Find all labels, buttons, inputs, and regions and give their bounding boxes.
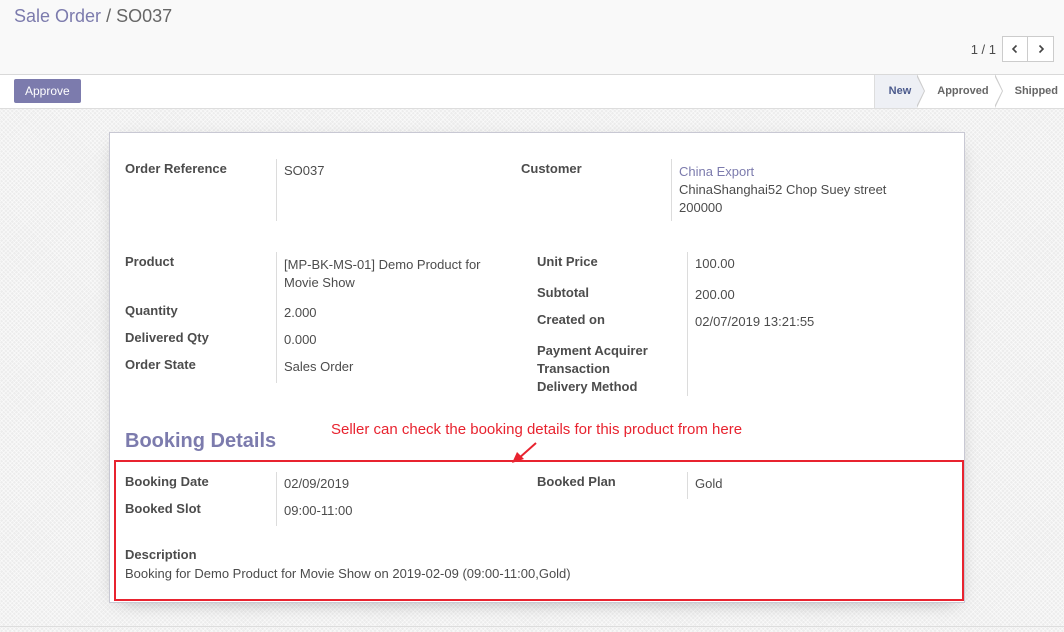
product-value: [MP-BK-MS-01] Demo Product for Movie Sho… bbox=[284, 256, 481, 292]
quantity-value: 2.000 bbox=[284, 305, 317, 320]
customer-address-line1: ChinaShanghai52 Chop Suey street bbox=[679, 182, 887, 197]
unit-price-label: Unit Price bbox=[537, 254, 598, 269]
delivered-qty-label: Delivered Qty bbox=[125, 330, 209, 345]
pager-next-button[interactable] bbox=[1028, 36, 1054, 62]
created-on-value: 02/07/2019 13:21:55 bbox=[695, 314, 815, 329]
subtotal-value: 200.00 bbox=[695, 287, 735, 302]
delivery-method-label: Delivery Method bbox=[537, 379, 638, 394]
booking-details-heading: Booking Details bbox=[125, 430, 277, 452]
stage-approved[interactable]: Approved bbox=[917, 74, 1003, 108]
chevron-left-icon bbox=[1011, 44, 1018, 54]
quantity-label: Quantity bbox=[125, 303, 178, 318]
pager-value[interactable]: 1 / 1 bbox=[971, 42, 996, 57]
customer-address-line2: 200000 bbox=[679, 200, 723, 215]
subtotal-label: Subtotal bbox=[537, 285, 589, 300]
product-value-line2: Movie Show bbox=[284, 275, 355, 290]
field-divider bbox=[687, 252, 688, 396]
order-state-label: Order State bbox=[125, 357, 196, 372]
stage-label: Shipped bbox=[1014, 85, 1058, 97]
pager-previous-button[interactable] bbox=[1002, 36, 1028, 62]
unit-price-value: 100.00 bbox=[695, 256, 735, 271]
status-stages: New Approved Shipped bbox=[873, 74, 1064, 108]
breadcrumb-current: SO037 bbox=[116, 6, 173, 26]
breadcrumb-separator: / bbox=[106, 6, 112, 26]
product-value-line1: [MP-BK-MS-01] Demo Product for bbox=[284, 257, 481, 272]
breadcrumb: Sale Order / SO037 bbox=[14, 6, 172, 27]
field-divider bbox=[276, 252, 277, 383]
transaction-label: Transaction bbox=[537, 361, 610, 376]
stage-shipped[interactable]: Shipped bbox=[994, 75, 1064, 108]
customer-label: Customer bbox=[521, 161, 582, 176]
delivered-qty-value: 0.000 bbox=[284, 332, 317, 347]
stage-label: Approved bbox=[937, 85, 989, 97]
stage-new[interactable]: New bbox=[873, 74, 926, 108]
order-reference-value: SO037 bbox=[284, 163, 325, 178]
stage-arrow-divider bbox=[916, 74, 926, 108]
order-state-value: Sales Order bbox=[284, 359, 354, 374]
customer-link[interactable]: China Export bbox=[679, 163, 886, 181]
stage-arrow-divider bbox=[993, 74, 1003, 108]
footer-divider bbox=[0, 626, 1064, 627]
control-panel: Sale Order / SO037 1 / 1 bbox=[0, 0, 1064, 75]
field-divider bbox=[276, 159, 277, 221]
created-on-label: Created on bbox=[537, 312, 605, 327]
order-reference-label: Order Reference bbox=[125, 161, 227, 176]
pager: 1 / 1 bbox=[971, 36, 1054, 62]
payment-acquirer-label: Payment Acquirer bbox=[537, 343, 648, 358]
stage-label: New bbox=[888, 85, 912, 97]
field-divider bbox=[671, 159, 672, 221]
approve-button[interactable]: Approve bbox=[14, 79, 81, 103]
breadcrumb-sale-order-link[interactable]: Sale Order bbox=[14, 6, 101, 26]
annotation-text: Seller can check the booking details for… bbox=[331, 421, 743, 438]
chevron-right-icon bbox=[1038, 44, 1044, 54]
customer-field: China Export ChinaShanghai52 Chop Suey s… bbox=[679, 163, 886, 217]
product-label: Product bbox=[125, 254, 175, 269]
form-statusbar: Approve New Approved Shipped bbox=[0, 74, 1064, 109]
annotation-highlight-box bbox=[114, 460, 964, 601]
